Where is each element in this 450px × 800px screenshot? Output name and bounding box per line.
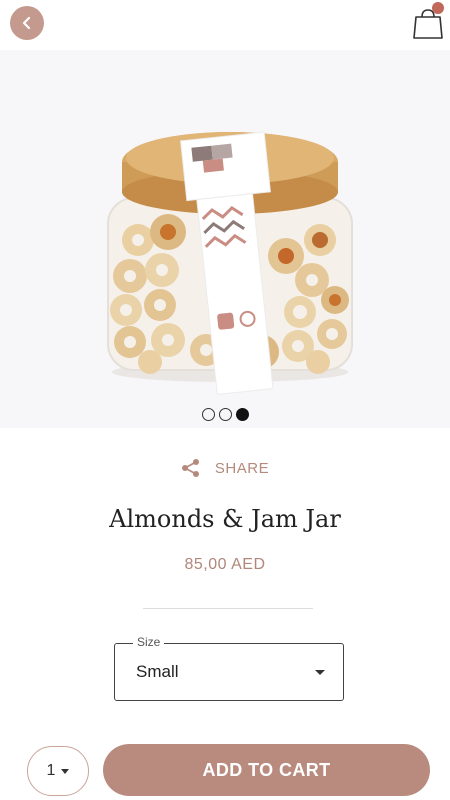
gallery-dot-1[interactable]: [201, 408, 215, 421]
cart-badge: [432, 2, 444, 14]
gallery-pagination: [0, 408, 450, 421]
gallery-dot-2[interactable]: [218, 408, 232, 421]
caret-down-icon: [315, 670, 325, 675]
share-label: SHARE: [214, 459, 270, 477]
product-title: Almonds & Jam Jar: [109, 505, 341, 533]
back-button[interactable]: [10, 6, 44, 40]
share-icon: [181, 459, 199, 477]
quantity-value: 1: [46, 762, 56, 779]
top-bar: [0, 0, 450, 48]
gallery-dot-3[interactable]: [235, 408, 249, 421]
product-price: 85,00 AED: [184, 556, 266, 573]
size-label: Size: [133, 635, 165, 649]
size-value: Small: [136, 662, 179, 681]
product-image[interactable]: [0, 50, 450, 428]
size-select[interactable]: Size Small: [114, 635, 344, 701]
divider: [143, 608, 313, 609]
share-button[interactable]: SHARE: [0, 458, 450, 478]
add-to-cart-button[interactable]: ADD TO CART: [103, 744, 430, 796]
chevron-left-icon: [22, 16, 31, 30]
quantity-select[interactable]: 1: [27, 746, 89, 796]
caret-down-icon: [61, 768, 70, 774]
cart-button[interactable]: [412, 2, 444, 40]
